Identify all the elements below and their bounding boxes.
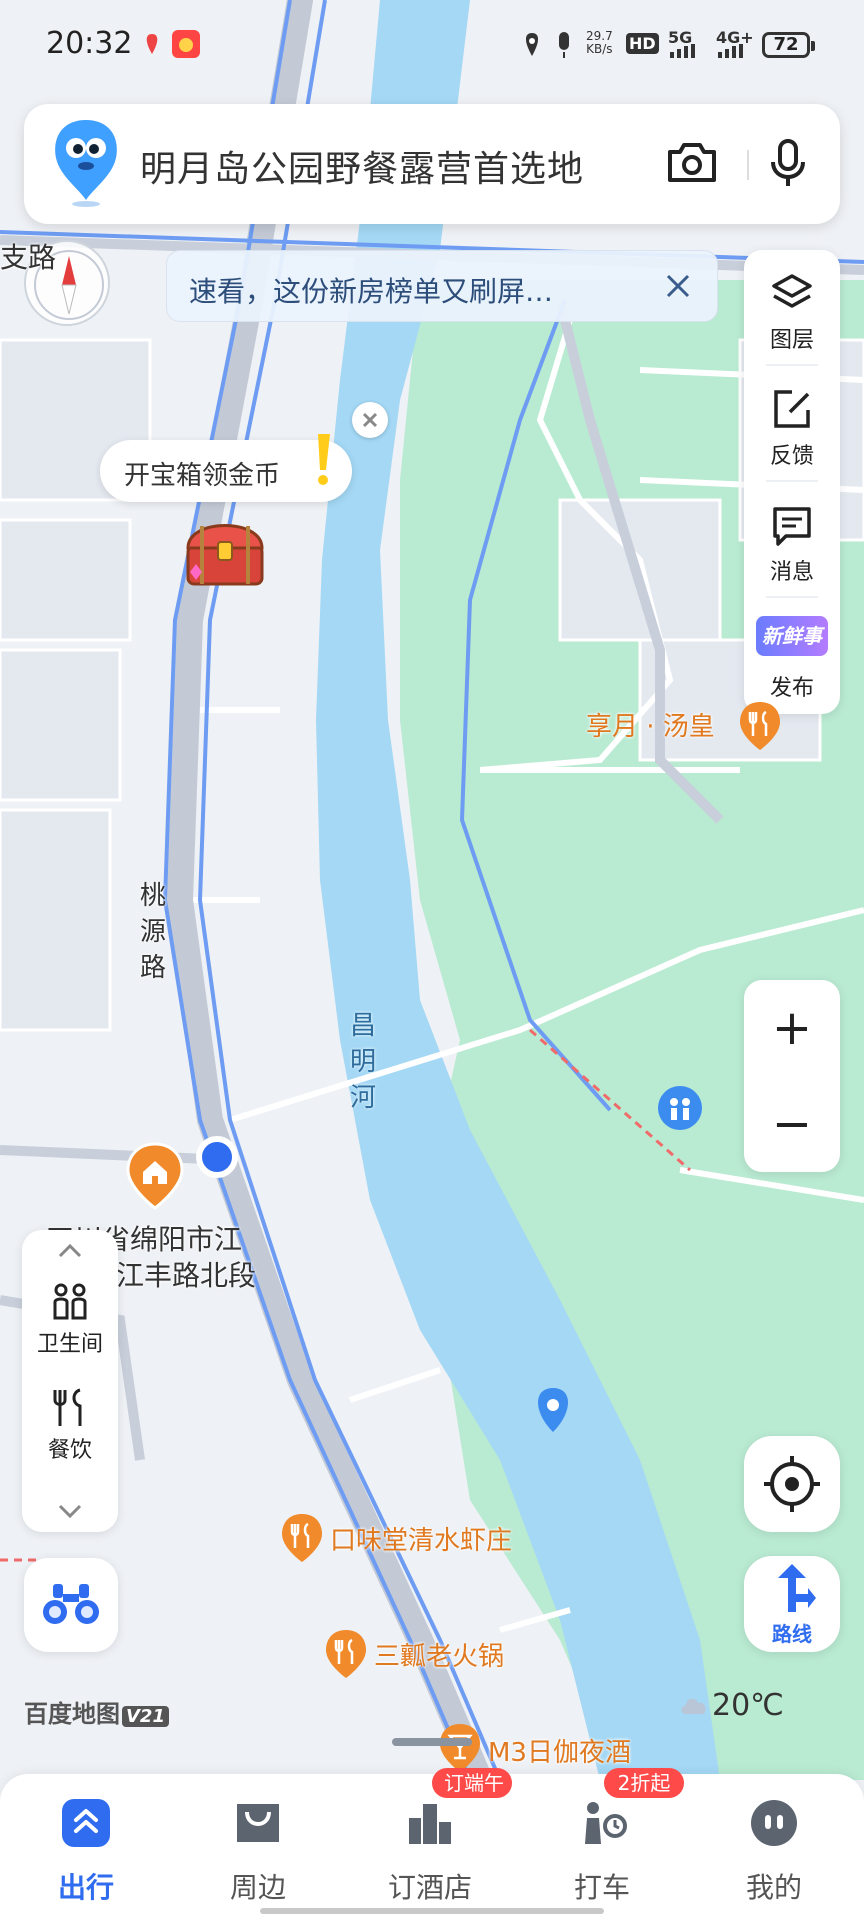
bottom-nav: 出行 周边 订端午 订酒店 2折起 打车 我的 — [0, 1768, 864, 1920]
net-speed: 29.7 KB/s — [586, 29, 613, 56]
layers-icon — [772, 274, 812, 308]
sheet-handle[interactable] — [392, 1738, 472, 1746]
tool-feedback[interactable]: 反馈 — [744, 366, 840, 476]
location-status-icon — [146, 34, 158, 54]
close-icon[interactable] — [663, 271, 693, 301]
bar-pin-icon[interactable] — [438, 1722, 482, 1774]
treasure-bubble[interactable]: 开宝箱领金币 — [100, 434, 352, 502]
mic-status-icon — [559, 32, 569, 58]
close-icon — [362, 412, 378, 428]
tool-message[interactable]: 消息 — [744, 482, 840, 592]
treasure-text[interactable]: 开宝箱领金币 — [124, 455, 280, 492]
toilet-pin-icon[interactable] — [658, 1086, 702, 1130]
taxi-icon — [585, 1802, 627, 1844]
notice-text[interactable]: 速看，这份新房榜单又刷屏… — [189, 270, 553, 310]
search-bar[interactable]: 明月岛公园野餐露营首选地 — [24, 104, 840, 224]
river-label-changming: 昌明河 — [349, 1011, 376, 1113]
hd-badge: HD — [626, 33, 659, 54]
binoculars-icon — [43, 1584, 99, 1624]
tool-layers[interactable]: 图层 — [744, 250, 840, 360]
tab-taxi[interactable]: 2折起 打车 — [516, 1768, 688, 1920]
baidu-map-logo: 百度地图 V21 — [24, 1694, 169, 1729]
fresh-news-icon: 新鲜事 — [756, 616, 828, 656]
signal-bars-icon — [670, 44, 695, 58]
tab-nearby-label: 周边 — [229, 1871, 286, 1904]
hotel-icon — [409, 1804, 451, 1844]
mic-icon[interactable] — [768, 138, 808, 188]
food-icon — [53, 1388, 82, 1426]
tool-layers-label: 图层 — [769, 328, 814, 353]
nearby-icon — [237, 1804, 279, 1842]
tool-publish[interactable]: 新鲜事 发布 — [744, 598, 840, 708]
locate-icon — [764, 1456, 820, 1512]
poi-filter-panel: 卫生间 餐饮 — [22, 1230, 118, 1532]
search-query[interactable]: 明月岛公园野餐露营首选地 — [140, 140, 584, 192]
status-bar: 20:32 29.7 KB/s HD 5G 4G+ 72 — [0, 0, 864, 90]
signal-bars-2-icon — [718, 44, 743, 58]
news-notice[interactable]: 速看，这份新房榜单又刷屏… — [166, 250, 718, 322]
restaurant-pin-icon[interactable] — [324, 1628, 368, 1680]
exclamation-icon — [318, 434, 330, 485]
profile-icon — [751, 1800, 797, 1846]
locate-button[interactable] — [744, 1436, 840, 1532]
treasure-chest-icon[interactable] — [180, 508, 270, 592]
home-indicator[interactable] — [260, 1908, 604, 1914]
weather-widget[interactable]: 20℃ — [681, 1688, 784, 1723]
poi-food-label: 餐饮 — [47, 1438, 92, 1463]
map-tools-panel: 图层 反馈 消息 新鲜事 发布 — [744, 250, 840, 714]
route-button[interactable]: 路线 — [744, 1556, 840, 1652]
poi-toilet-label: 卫生间 — [36, 1332, 103, 1357]
taxi-promo-badge: 2折起 — [604, 1768, 684, 1798]
map-screen: { "status_bar": { "time": "20:32", "net_… — [0, 0, 864, 1920]
poi-label-m3[interactable]: M3日伽夜酒 — [488, 1732, 631, 1769]
tab-nearby[interactable]: 周边 — [172, 1774, 344, 1920]
zoom-in-button[interactable]: + — [744, 980, 840, 1076]
route-arrow-icon — [778, 1564, 816, 1612]
hotel-promo-badge: 订端午 — [432, 1768, 512, 1798]
explore-button[interactable] — [24, 1558, 118, 1652]
message-icon — [773, 507, 811, 546]
chevron-down-icon[interactable] — [56, 1500, 84, 1522]
tool-publish-label: 发布 — [769, 676, 814, 701]
tab-profile[interactable]: 我的 — [688, 1774, 860, 1920]
tool-feedback-label: 反馈 — [769, 444, 814, 469]
home-pin-icon[interactable] — [124, 1140, 186, 1212]
travel-icon — [62, 1799, 110, 1847]
tool-message-label: 消息 — [769, 560, 814, 585]
cloud-icon — [681, 1698, 706, 1714]
tab-travel-label: 出行 — [57, 1871, 114, 1904]
gps-icon — [525, 33, 539, 56]
tab-travel[interactable]: 出行 — [0, 1774, 172, 1920]
tab-hotel-label: 订酒店 — [387, 1871, 472, 1904]
zoom-out-button[interactable]: − — [744, 1076, 840, 1172]
poi-label-sanrang[interactable]: 三瓤老火锅 — [374, 1636, 504, 1673]
restaurant-pin-icon[interactable] — [280, 1512, 324, 1564]
tab-hotel[interactable]: 订端午 订酒店 — [344, 1768, 516, 1920]
chevron-up-icon[interactable] — [56, 1240, 84, 1262]
treasure-close-button[interactable] — [352, 402, 388, 438]
poi-label-xiangyue[interactable]: 享月 · 汤皇 — [586, 706, 715, 743]
poi-label-kouweitang[interactable]: 口味堂清水虾庄 — [330, 1520, 512, 1557]
zoom-control: + − — [744, 980, 840, 1172]
current-location-dot — [196, 1136, 238, 1178]
road-label-zhilu: 支路 — [0, 241, 57, 274]
route-label: 路线 — [772, 1622, 812, 1646]
restaurant-pin-icon[interactable] — [738, 700, 782, 752]
tab-profile-label: 我的 — [745, 1871, 802, 1904]
feedback-icon — [774, 390, 810, 428]
camera-icon[interactable] — [666, 140, 718, 184]
tab-taxi-label: 打车 — [573, 1871, 630, 1904]
app-notification-icon — [172, 30, 200, 58]
toilet-icon — [53, 1283, 87, 1320]
status-time: 20:32 — [46, 26, 133, 61]
road-label-taoyuan: 桃源路 — [139, 881, 166, 983]
battery-indicator: 72 — [762, 32, 815, 58]
mascot-logo-icon — [55, 120, 117, 207]
search-divider — [747, 150, 749, 180]
